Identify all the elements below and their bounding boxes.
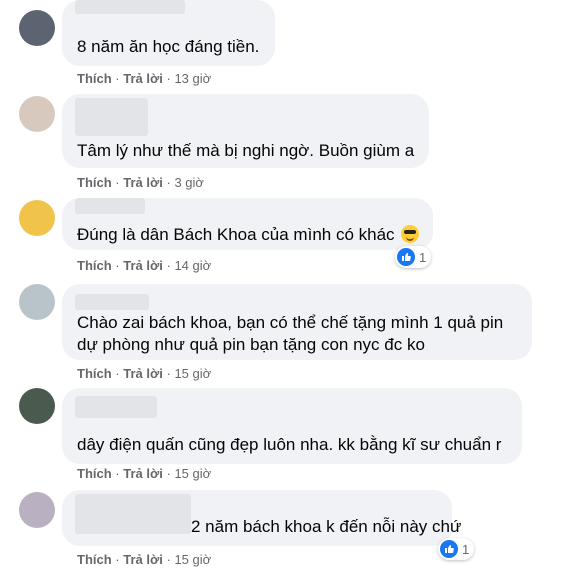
reaction-count: 1 [462,541,470,557]
timestamp[interactable]: 15 giờ [174,466,211,481]
like-link[interactable]: Thích [77,258,112,273]
redacted-author-name [75,198,145,214]
comment-actions: Thích · Trả lời · 3 giờ [77,175,204,190]
avatar[interactable] [19,96,55,132]
like-link[interactable]: Thích [77,175,112,190]
comment-actions: Thích · Trả lời · 15 giờ [77,552,212,567]
comment-bubble: 8 năm ăn học đáng tiền. [62,0,275,66]
comment-bubble: Tâm lý như thế mà bị nghi ngờ. Buồn giùm… [62,94,429,168]
like-reaction-icon [440,540,458,558]
like-link[interactable]: Thích [77,366,112,381]
reply-link[interactable]: Trả lời [123,175,163,190]
comment-bubble: Chào zai bách khoa, bạn có thể chế tặng … [62,284,532,360]
like-link[interactable]: Thích [77,552,112,567]
like-reaction-icon [397,248,415,266]
comment-text: 8 năm ăn học đáng tiền. [77,37,260,56]
comment-text: dây điện quấn cũng đẹp luôn nha. kk bằng… [77,435,502,454]
avatar[interactable] [19,10,55,46]
avatar[interactable] [19,492,55,528]
avatar[interactable] [19,200,55,236]
reply-link[interactable]: Trả lời [123,466,163,481]
timestamp[interactable]: 13 giờ [174,71,211,86]
timestamp[interactable]: 15 giờ [174,552,211,567]
comment-text: 2 năm bách khoa k đến nỗi này chứ [191,517,462,536]
reaction-badge[interactable]: 1 [395,246,432,268]
like-link[interactable]: Thích [77,466,112,481]
timestamp[interactable]: 15 giờ [174,366,211,381]
comment-text: Đúng là dân Bách Khoa của mình có khác [77,222,420,247]
like-link[interactable]: Thích [77,71,112,86]
reaction-count: 1 [419,249,427,265]
redacted-author-name [75,396,157,418]
comment-actions: Thích · Trả lời · 15 giờ [77,366,212,381]
comment-text: Tâm lý như thế mà bị nghi ngờ. Buồn giùm… [77,141,415,160]
comment-text-line-2: dự phòng như quả pin bạn tặng con nyc đc… [77,335,425,354]
redacted-author-name [75,0,185,14]
reply-link[interactable]: Trả lời [123,552,163,567]
redacted-author-name [75,294,149,310]
timestamp[interactable]: 14 giờ [174,258,211,273]
reply-link[interactable]: Trả lời [123,258,163,273]
redacted-author-name [75,98,148,136]
comment-bubble: dây điện quấn cũng đẹp luôn nha. kk bằng… [62,388,522,464]
avatar[interactable] [19,388,55,424]
reply-link[interactable]: Trả lời [123,71,163,86]
sunglasses-emoji-icon [401,225,420,243]
comment-bubble: Đúng là dân Bách Khoa của mình có khác [62,198,433,250]
comment-actions: Thích · Trả lời · 13 giờ [77,71,212,86]
reaction-badge[interactable]: 1 [438,538,475,560]
comment-bubble: 2 năm bách khoa k đến nỗi này chứ [62,490,461,546]
timestamp[interactable]: 3 giờ [174,175,204,190]
comment-actions: Thích · Trả lời · 14 giờ [77,258,212,273]
comment-actions: Thích · Trả lời · 15 giờ [77,466,212,481]
avatar[interactable] [19,284,55,320]
reply-link[interactable]: Trả lời [123,366,163,381]
redacted-author-name [75,494,191,534]
